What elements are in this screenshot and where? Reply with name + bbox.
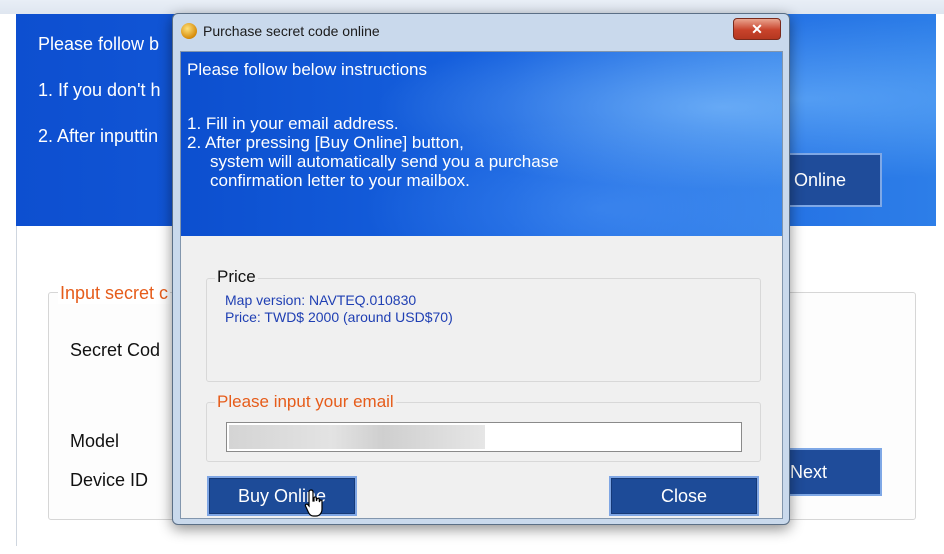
app-icon (181, 23, 197, 39)
purchase-dialog: Purchase secret code online ✕ Please fol… (172, 13, 790, 525)
map-version-text: Map version: NAVTEQ.010830 (225, 292, 417, 308)
close-icon[interactable]: ✕ (733, 18, 781, 40)
model-label: Model (70, 431, 120, 451)
main-divider (16, 226, 17, 546)
close-glyph: ✕ (751, 20, 763, 37)
dialog-titlebar[interactable]: Purchase secret code online ✕ (173, 14, 789, 48)
instruction-step-2-line-2: system will automatically send you a pur… (210, 152, 559, 171)
main-instructions-heading: Please follow b (38, 34, 160, 54)
email-group-title: Please input your email (215, 392, 396, 412)
hand-cursor-icon (304, 489, 323, 517)
instructions-banner: Please follow below instructions 1. Fill… (181, 52, 782, 236)
buy-online-button[interactable]: Buy Online (207, 476, 357, 516)
secret-code-label: Secret Cod (70, 340, 161, 360)
close-button[interactable]: Close (609, 476, 759, 516)
email-input[interactable] (226, 422, 742, 452)
price-text: Price: TWD$ 2000 (around USD$70) (225, 309, 453, 325)
main-step-1: 1. If you don't h (38, 80, 161, 100)
dialog-client-area: Please follow below instructions 1. Fill… (180, 51, 783, 519)
main-window-titlebar (0, 0, 944, 14)
main-buy-online-label: Online (794, 169, 847, 190)
dialog-title: Purchase secret code online (203, 23, 380, 39)
price-group-title: Price (215, 267, 258, 287)
input-secret-code-title: Input secret c (58, 283, 171, 304)
instruction-step-1: 1. Fill in your email address. (187, 114, 399, 133)
email-redacted-value (229, 425, 485, 449)
main-next-label: Next (790, 461, 828, 482)
main-step-2: 2. After inputtin (38, 126, 159, 146)
device-id-label: Device ID (70, 470, 149, 490)
instruction-step-2-line-1: 2. After pressing [Buy Online] button, (187, 133, 464, 152)
instructions-heading: Please follow below instructions (187, 60, 428, 79)
instruction-step-2-line-3: confirmation letter to your mailbox. (210, 171, 470, 190)
close-label: Close (660, 485, 708, 506)
